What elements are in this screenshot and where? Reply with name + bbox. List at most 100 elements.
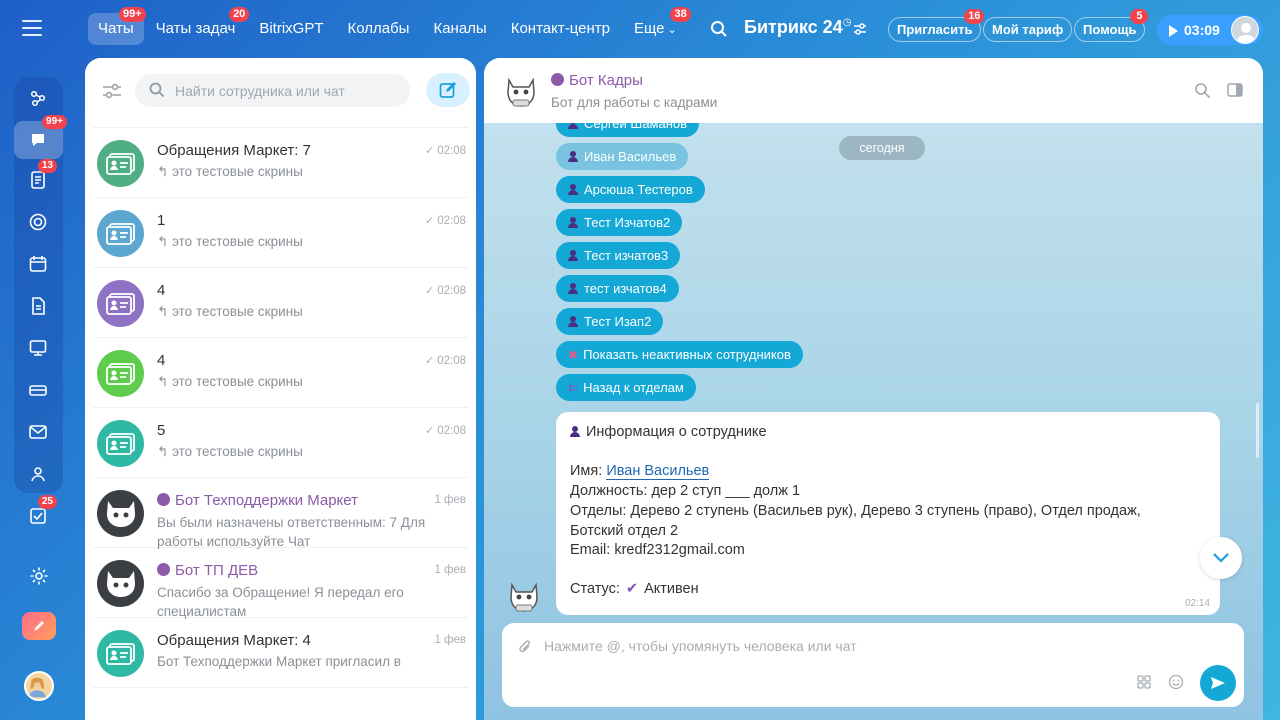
keyboard-button[interactable]: Тест изчатов3 [556, 242, 681, 269]
scroll-down-button[interactable] [1200, 537, 1242, 579]
search-icon [149, 82, 165, 98]
rail-item[interactable]: 99+ [14, 115, 67, 159]
my-tariff-button[interactable]: Мой тариф [983, 17, 1073, 42]
keyboard-button-label: Тест изчатов3 [584, 248, 669, 263]
top-nav-label: BitrixGPT [259, 20, 324, 37]
employee-name-link[interactable]: Иван Васильев [606, 463, 710, 480]
send-icon [1211, 677, 1225, 689]
read-check-icon: ✓ [425, 285, 435, 297]
chat-avatar [97, 140, 144, 187]
chat-list-snippet: Вы были назначены ответственным: 7 Для р… [157, 513, 447, 551]
rail-item[interactable] [23, 459, 53, 489]
chat-list-item[interactable]: 5 ↰ это тестовые скрины ✓ 02:08 [93, 408, 468, 478]
chat-list-snippet-text: это тестовые скрины [172, 444, 303, 459]
chat-search-input[interactable] [175, 74, 400, 107]
check-icon: ✔ [625, 581, 639, 597]
keyboard-button[interactable]: тест изчатов4 [556, 275, 679, 302]
chat-list-item[interactable]: Обращения Маркет: 7 ↰ это тестовые скрины… [93, 128, 468, 198]
top-nav-item[interactable]: Чаты 99+ [88, 7, 146, 45]
top-nav-item[interactable]: Чаты задач 20 [144, 7, 250, 45]
user-avatar[interactable] [1231, 16, 1259, 44]
chat-title[interactable]: Бот Кадры [551, 72, 643, 89]
profile-avatar[interactable] [23, 671, 54, 701]
card-name-line: Имя: Иван Васильев [570, 463, 710, 480]
rail-settings[interactable] [14, 566, 63, 586]
card-position: Должность: дер 2 ступ ___ долж 1 [570, 483, 801, 499]
chat-list-item[interactable]: Бот ТП ДЕВ Спасибо за Обращение! Я переда… [93, 548, 468, 619]
chat-list-time-text: 1 фев [434, 634, 466, 646]
paperclip-icon[interactable] [518, 639, 532, 655]
rail-item[interactable] [23, 249, 53, 279]
sidebar-toggle-icon[interactable] [1227, 83, 1243, 97]
rail-item[interactable]: 13 [23, 159, 57, 195]
rail-rocket[interactable] [14, 612, 63, 640]
message-time: 02:14 [1184, 598, 1210, 609]
top-nav-item[interactable]: Контакт-центр [499, 13, 622, 45]
date-divider: сегодня [839, 136, 925, 160]
rail-item[interactable] [23, 83, 53, 113]
chat-scrollbar[interactable] [1256, 403, 1259, 458]
rail-item[interactable] [23, 375, 53, 405]
brand-logo[interactable]: Битрикс 24◷ [744, 17, 851, 38]
chat-avatar [97, 280, 144, 327]
invite-button[interactable]: Пригласить 16 [888, 9, 985, 42]
keyboard-button[interactable]: Иван Васильев [556, 143, 689, 170]
chat-list-title-text: 4 [157, 352, 166, 369]
top-nav-item[interactable]: BitrixGPT [247, 13, 335, 45]
menu-icon[interactable] [22, 20, 42, 38]
rail-item[interactable]: 25 [23, 495, 57, 531]
keyboard-button[interactable]: Тест Изчатов2 [556, 209, 683, 236]
send-button[interactable] [1200, 665, 1236, 701]
bot-avatar[interactable] [501, 70, 541, 110]
top-nav-item[interactable]: Коллабы [335, 13, 421, 45]
chat-list-item[interactable]: Бот Техподдержки Маркет Вы были назначены… [93, 478, 468, 551]
reply-icon: ↰ [157, 304, 173, 319]
settings-sliders-icon[interactable] [852, 21, 868, 37]
rail-item[interactable] [23, 291, 53, 321]
search-icon[interactable] [1194, 82, 1211, 99]
rail-profile[interactable] [14, 671, 63, 701]
mail-icon [29, 425, 47, 439]
reply-icon: ↰ [157, 374, 173, 389]
rail-item[interactable] [23, 207, 53, 237]
keyboard-button-label: тест изчатов4 [584, 281, 667, 296]
chat-list-snippet: ↰ это тестовые скрины [157, 234, 303, 250]
cat-bot-icon [106, 570, 135, 597]
rail-item[interactable] [23, 333, 53, 363]
keyboard-button[interactable]: ⇇ Назад к отделам [556, 374, 696, 401]
search-icon[interactable] [710, 20, 728, 38]
card-email: Email: kredf2312gmail.com [570, 542, 745, 558]
gear-icon[interactable] [29, 566, 49, 586]
read-check-icon: ✓ [425, 425, 435, 437]
top-nav-item[interactable]: Еще ⌄ 38 [622, 7, 691, 45]
apps-grid-icon[interactable] [1137, 675, 1151, 689]
keyboard-button[interactable]: Арсюша Тестеров [556, 176, 705, 203]
card-status: Статус: ✔ Активен [570, 581, 699, 597]
employee-info-card: Информация о сотруднике Имя: Иван Василь… [556, 412, 1220, 615]
chat-list-item[interactable]: 4 ↰ это тестовые скрины ✓ 02:08 [93, 268, 468, 338]
keyboard-button-label: Тест Изап2 [584, 314, 652, 329]
chat-list-item[interactable]: 1 ↰ это тестовые скрины ✓ 02:08 [93, 198, 468, 268]
chat-list-item[interactable]: 4 ↰ это тестовые скрины ✓ 02:08 [93, 338, 468, 408]
cat-bot-icon [106, 500, 135, 527]
bot-avatar[interactable] [504, 575, 544, 615]
filter-icon[interactable] [102, 82, 122, 100]
contact-card-icon [105, 432, 135, 455]
chat-header: Бот Кадры Бот для работы с кадрами [484, 58, 1263, 123]
keyboard-button[interactable]: ✖ Показать неактивных сотрудников [556, 341, 803, 368]
help-button[interactable]: Помощь 5 [1074, 9, 1149, 42]
chat-list-item[interactable]: Обращения Маркет: 4 Бот Техподдержки Марк… [93, 618, 468, 688]
group-icon [31, 467, 45, 482]
chat-list-title-text: Обращения Маркет: 7 [157, 142, 311, 159]
nodes-icon [30, 90, 46, 107]
rail-item[interactable] [23, 417, 53, 447]
new-chat-button[interactable] [426, 73, 470, 107]
keyboard-button-label: Показать неактивных сотрудников [583, 347, 791, 362]
top-nav-label: Коллабы [347, 20, 410, 37]
message-input[interactable] [544, 633, 1184, 659]
emoji-icon[interactable] [1168, 674, 1184, 690]
chat-search-box[interactable] [135, 74, 410, 107]
top-nav-item[interactable]: Каналы [421, 13, 498, 45]
rocket-icon[interactable] [21, 612, 56, 640]
keyboard-button[interactable]: Тест Изап2 [556, 308, 664, 335]
